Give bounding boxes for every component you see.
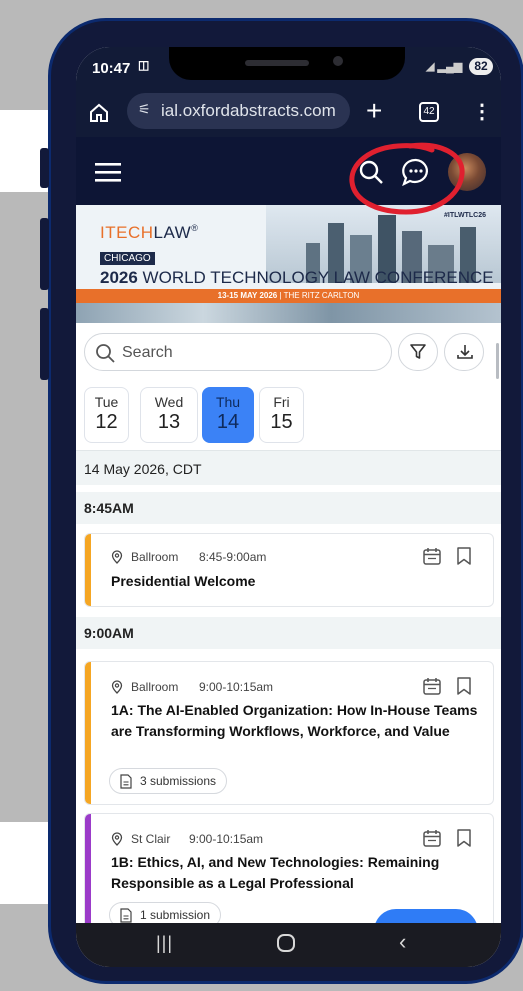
phone-notch bbox=[169, 47, 405, 80]
back-icon[interactable]: ‹ bbox=[399, 929, 406, 955]
status-time: 10:47 bbox=[92, 60, 131, 77]
date-header: 14 May 2026, CDT bbox=[76, 450, 501, 485]
city-badge: CHICAGO bbox=[100, 252, 155, 265]
phone-side-button-3 bbox=[40, 308, 49, 380]
battery-icon: 82 bbox=[469, 58, 493, 75]
session-accent-bar bbox=[85, 662, 91, 804]
tab-switcher-button[interactable]: 42 bbox=[419, 102, 439, 122]
browser-toolbar: ⚟ ial.oxfordabstracts.com + 42 ⋮ bbox=[76, 89, 501, 137]
location-pin-icon bbox=[111, 550, 123, 564]
more-menu-icon[interactable]: ⋮ bbox=[472, 99, 492, 124]
session-accent-bar bbox=[85, 814, 91, 932]
session-title: 1A: The AI-Enabled Organization: How In-… bbox=[111, 702, 478, 739]
session-card[interactable]: Ballroom 9:00-10:15am 1A: The AI-Enabled… bbox=[84, 661, 494, 805]
session-title: 1B: Ethics, AI, and New Technologies: Re… bbox=[111, 854, 440, 891]
home-icon[interactable] bbox=[88, 102, 110, 124]
day-number: 12 bbox=[95, 411, 118, 433]
annotation-circle bbox=[349, 142, 465, 215]
submissions-badge[interactable]: 3 submissions bbox=[109, 768, 228, 794]
bookmark-icon[interactable] bbox=[455, 828, 473, 848]
url-text: ial.oxfordabstracts.com bbox=[161, 101, 336, 120]
day-name: Wed bbox=[154, 394, 184, 410]
phone-side-button-1 bbox=[40, 148, 49, 188]
session-card[interactable]: Ballroom 8:45-9:00am Presidential Welcom… bbox=[84, 533, 494, 607]
site-settings-icon[interactable]: ⚟ bbox=[138, 101, 151, 118]
download-button[interactable] bbox=[444, 333, 484, 371]
recent-apps-icon[interactable]: ||| bbox=[156, 933, 173, 954]
location-pin-icon bbox=[111, 680, 123, 694]
time-header: 9:00AM bbox=[76, 617, 501, 649]
day-name: Fri bbox=[273, 394, 290, 410]
session-location: St Clair bbox=[131, 832, 171, 846]
session-time: 9:00-10:15am bbox=[189, 832, 264, 846]
phone-side-button-2 bbox=[40, 218, 49, 290]
session-location: Ballroom bbox=[131, 680, 179, 694]
day-chip-thu[interactable]: Thu 14 bbox=[202, 387, 254, 443]
conference-title: 2026 WORLD TECHNOLOGY LAW CONFERENCE bbox=[100, 268, 494, 287]
submissions-label: 1 submission bbox=[140, 908, 211, 922]
bookmark-icon[interactable] bbox=[455, 546, 473, 566]
filter-icon bbox=[410, 344, 426, 359]
home-button-icon[interactable] bbox=[277, 934, 295, 952]
day-name: Tue bbox=[94, 394, 119, 410]
system-nav-bar: ||| ‹ bbox=[76, 923, 501, 967]
location-pin-icon bbox=[111, 832, 123, 846]
session-title: Presidential Welcome bbox=[111, 573, 256, 589]
banner-footer-image bbox=[76, 303, 501, 323]
day-chip-wed[interactable]: Wed 13 bbox=[140, 387, 198, 443]
scrollbar-thumb[interactable] bbox=[496, 343, 499, 379]
banner-date-strip: 13-15 MAY 2026 | THE RITZ CARLTON bbox=[76, 289, 501, 303]
filter-button[interactable] bbox=[398, 333, 438, 371]
calendar-icon[interactable] bbox=[422, 676, 442, 696]
signal-icon: ◢ ▂▄▆ bbox=[426, 61, 463, 73]
session-accent-bar bbox=[85, 534, 91, 606]
speaker-grille bbox=[245, 60, 309, 66]
new-tab-icon[interactable]: + bbox=[366, 95, 382, 127]
day-selector: Tue 12 Wed 13 Thu 14 Fri 15 bbox=[84, 387, 494, 443]
document-icon bbox=[120, 908, 132, 923]
front-camera bbox=[333, 56, 343, 66]
session-time: 9:00-10:15am bbox=[199, 680, 274, 694]
day-number: 15 bbox=[270, 411, 293, 433]
submissions-label: 3 submissions bbox=[140, 774, 217, 788]
calendar-icon[interactable] bbox=[422, 546, 442, 566]
day-chip-tue[interactable]: Tue 12 bbox=[84, 387, 129, 443]
notification-icon: ◫ bbox=[138, 58, 150, 72]
session-location: Ballroom bbox=[131, 550, 179, 564]
search-input[interactable]: Search bbox=[84, 333, 392, 371]
session-time: 8:45-9:00am bbox=[199, 550, 267, 564]
search-field-icon bbox=[96, 344, 115, 363]
search-placeholder: Search bbox=[122, 344, 173, 361]
itechlaw-logo: ITECHLAW® bbox=[100, 223, 199, 242]
conference-banner: #ITLWTLC26 ITECHLAW® CHICAGO 2026 WORLD … bbox=[76, 205, 501, 323]
hamburger-menu-icon[interactable] bbox=[95, 162, 121, 182]
calendar-icon[interactable] bbox=[422, 828, 442, 848]
address-bar[interactable]: ⚟ ial.oxfordabstracts.com bbox=[127, 93, 350, 129]
day-chip-fri[interactable]: Fri 15 bbox=[259, 387, 304, 443]
day-number: 14 bbox=[216, 411, 240, 433]
time-header: 8:45AM bbox=[76, 492, 501, 524]
day-number: 13 bbox=[157, 411, 181, 433]
day-name: Thu bbox=[215, 394, 241, 410]
download-icon bbox=[457, 345, 473, 359]
bookmark-icon[interactable] bbox=[455, 676, 473, 696]
document-icon bbox=[120, 774, 132, 789]
